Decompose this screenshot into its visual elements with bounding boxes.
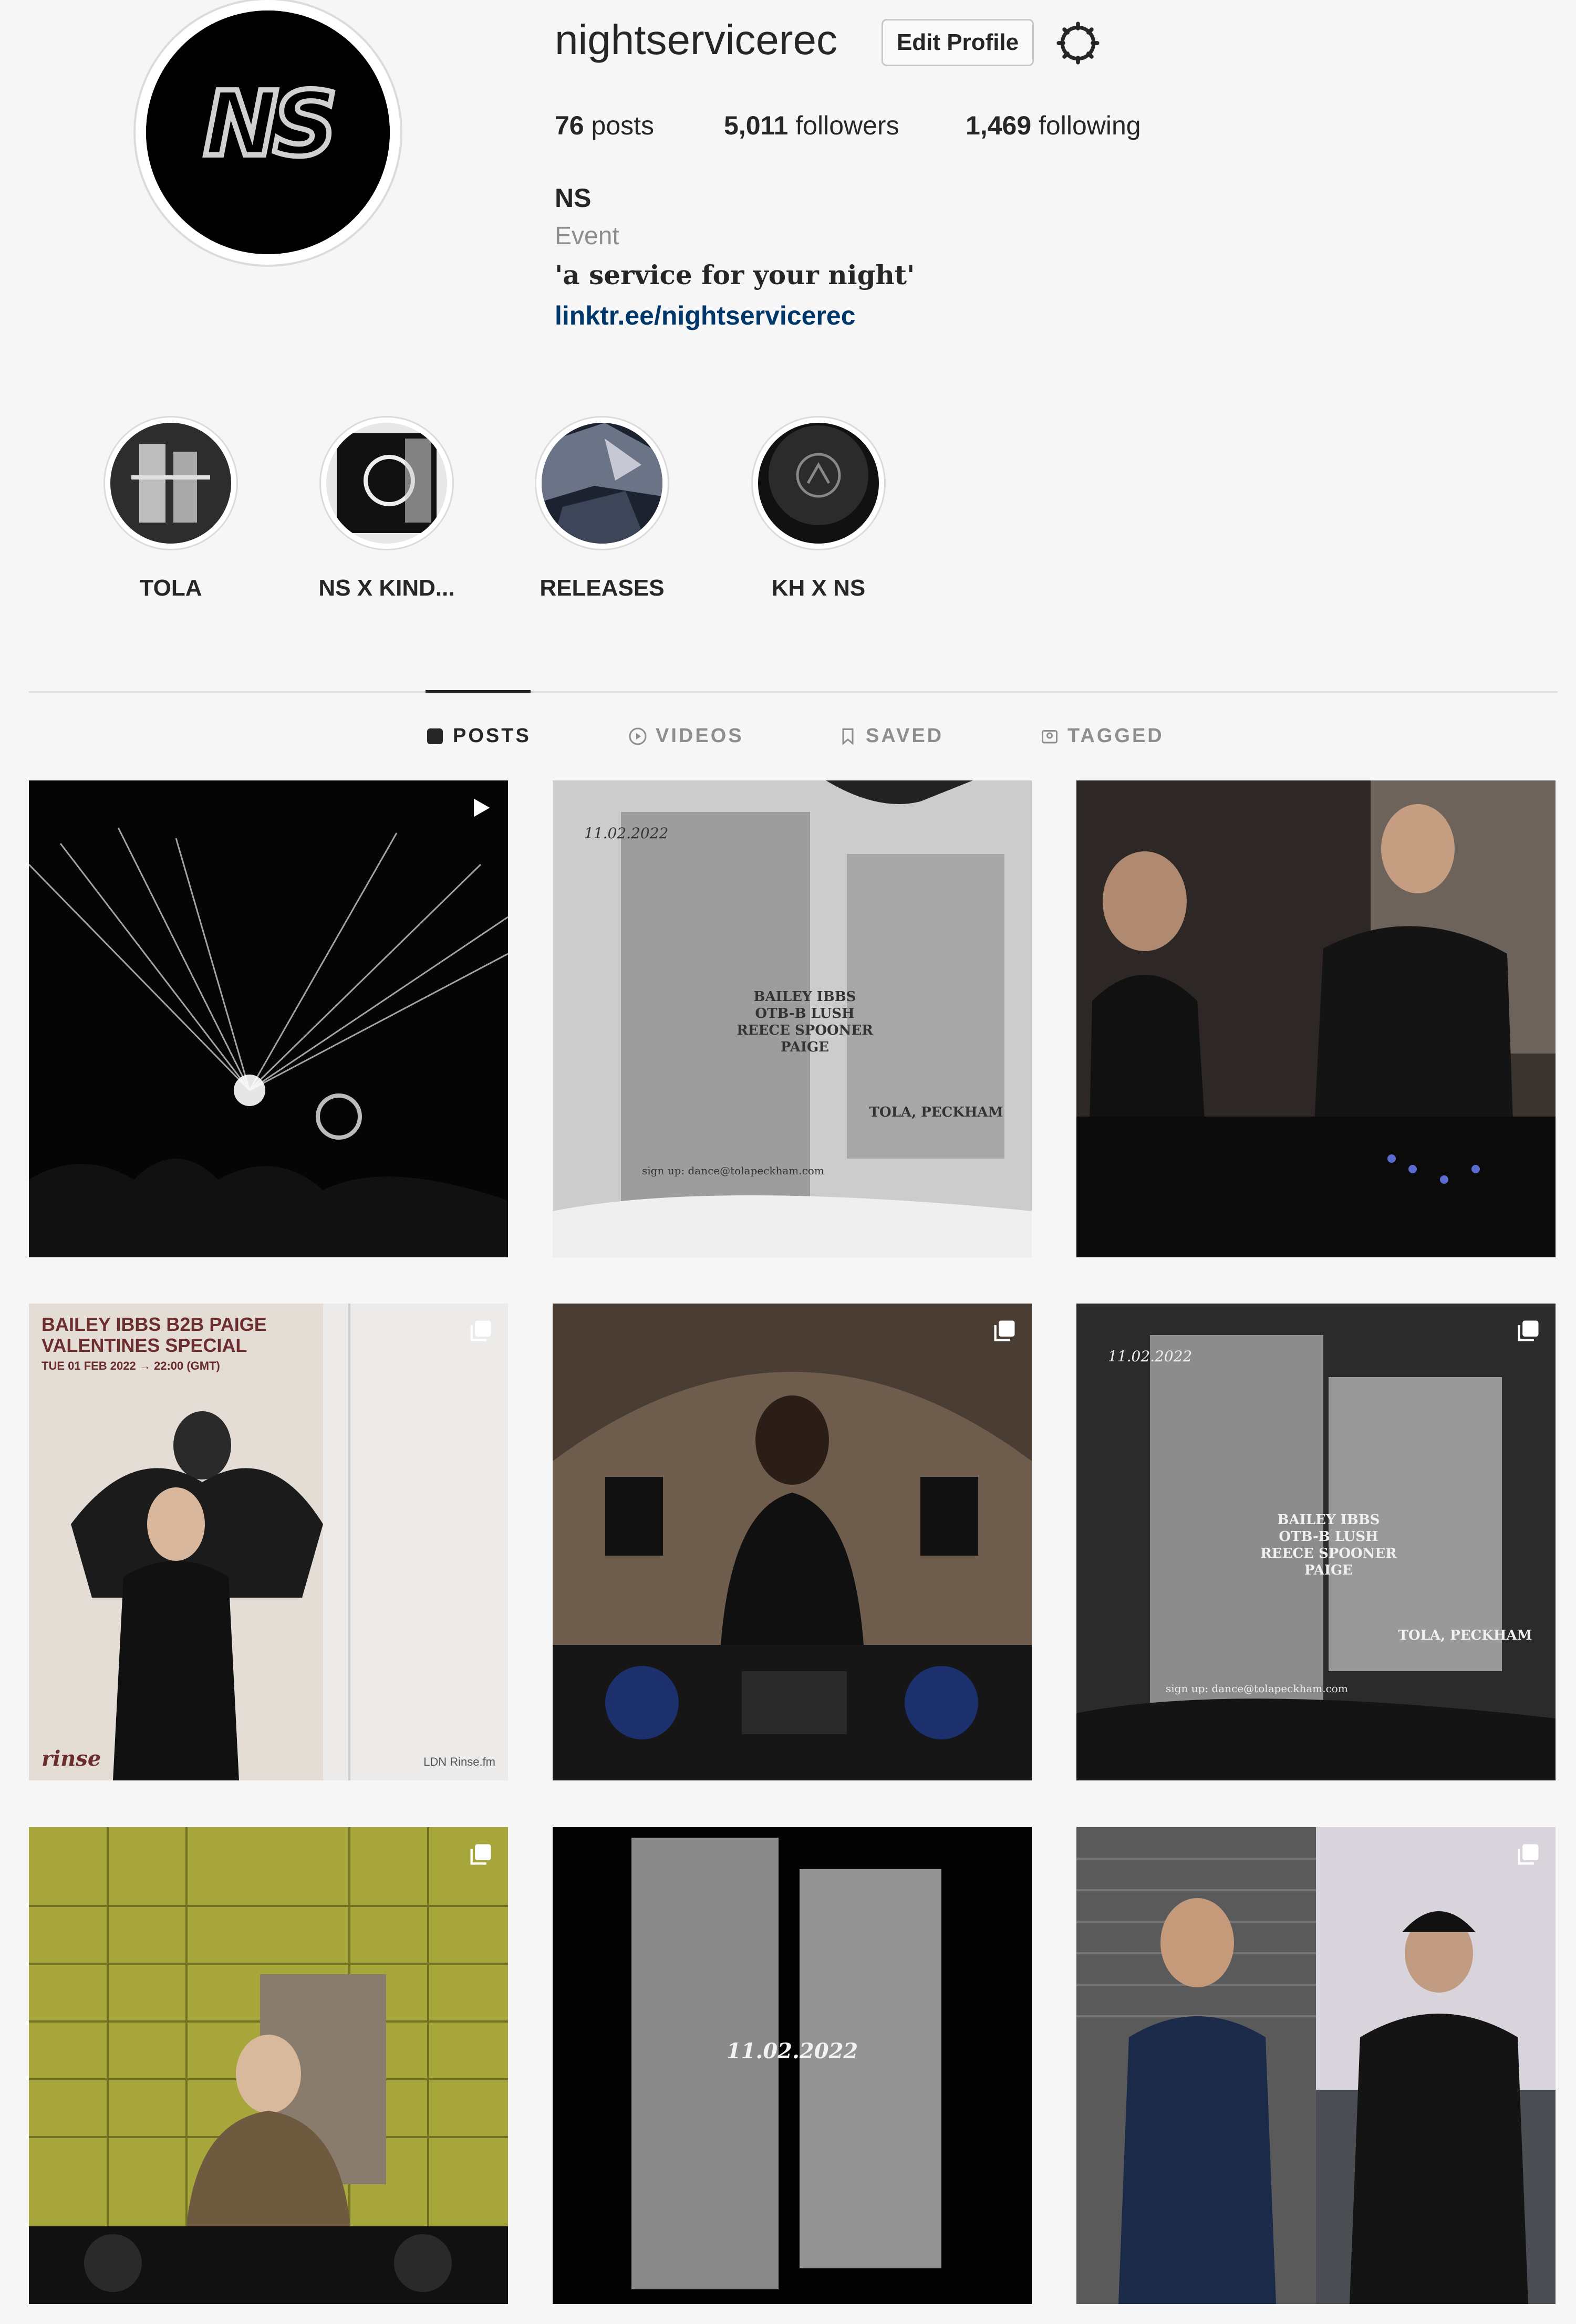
posts-stat: 76 posts	[555, 110, 654, 141]
reel-icon	[474, 798, 490, 817]
carousel-icon	[994, 1320, 1015, 1341]
edit-profile-button[interactable]: Edit Profile	[882, 19, 1034, 66]
bio-name: NS	[555, 183, 592, 213]
username: nightservicerec	[555, 16, 838, 63]
poster-datetime: TUE 01 FEB 2022 → 22:00 (GMT)	[42, 1359, 220, 1372]
avatar-logo-text: NS	[204, 72, 333, 176]
post-tile[interactable]	[1076, 780, 1556, 1257]
post-image-tola-flyer-dark: 11.02.2022 BAILEY IBBS OTB-B LUSH REECE …	[1076, 1304, 1556, 1780]
posts-label: posts	[591, 111, 655, 140]
flyer-date: 11.02.2022	[727, 2039, 858, 2064]
posts-count: 76	[555, 111, 584, 140]
post-image-rinse-fm-poster: BAILEY IBBS B2B PAIGE VALENTINES SPECIAL…	[29, 1304, 508, 1780]
highlight-label: KH X NS	[771, 575, 866, 601]
bio-text: 'a service for your night'	[555, 259, 915, 290]
bio-link[interactable]: linktr.ee/nightservicerec	[555, 300, 856, 331]
post-tile[interactable]	[29, 1827, 508, 2304]
flyer-footer: sign up: dance@tolapeckham.com	[642, 1164, 824, 1177]
flyer-footer: sign up: dance@tolapeckham.com	[1166, 1682, 1348, 1695]
post-tile[interactable]: BAILEY IBBS B2B PAIGE VALENTINES SPECIAL…	[29, 1304, 508, 1780]
post-image-two-portraits	[1076, 1827, 1556, 2304]
tab-posts[interactable]: POSTS	[426, 725, 531, 747]
followers-label: followers	[795, 111, 899, 140]
post-image-tola-flyer-light: 11.02.2022 BAILEY IBBS OTB-B LUSH REECE …	[553, 780, 1032, 1257]
following-label: following	[1039, 111, 1141, 140]
carousel-icon	[1518, 1320, 1539, 1341]
post-image-dj-yellow-tiles	[29, 1827, 508, 2304]
post-image-dj-brick-arch	[553, 1304, 1032, 1780]
poster-brand: rinse	[42, 1746, 101, 1771]
highlight-cover	[758, 423, 879, 544]
tab-label: TAGGED	[1067, 725, 1164, 747]
flyer-venue: TOLA, PECKHAM	[869, 1104, 1003, 1120]
flyer-lineup-1: BAILEY IBBS	[1278, 1512, 1380, 1528]
tab-label: SAVED	[866, 725, 944, 747]
flyer-lineup-2: OTB-B LUSH	[1279, 1529, 1378, 1545]
tag-icon	[1042, 729, 1057, 743]
carousel-icon	[470, 1844, 491, 1865]
grid-icon	[427, 728, 443, 744]
flyer-lineup-3: REECE SPOONER	[737, 1023, 873, 1038]
following-count: 1,469	[966, 111, 1032, 140]
flyer-lineup-3: REECE SPOONER	[1260, 1546, 1397, 1561]
flyer-lineup-4: PAIGE	[781, 1039, 829, 1055]
poster-station: LDN Rinse.fm	[423, 1755, 495, 1768]
flyer-venue: TOLA, PECKHAM	[1398, 1628, 1532, 1643]
post-image-djs-at-decks	[1076, 780, 1556, 1257]
post-image-laser-show	[29, 780, 508, 1257]
poster-title-1: BAILEY IBBS B2B PAIGE	[42, 1314, 267, 1335]
flyer-date: 11.02.2022	[584, 825, 668, 842]
highlight-label: NS X KIND...	[318, 575, 455, 601]
play-circle-icon	[629, 727, 647, 745]
post-tile[interactable]	[1076, 1827, 1556, 2304]
highlight-label: RELEASES	[540, 575, 665, 601]
highlight-cover	[326, 423, 447, 544]
post-tile[interactable]	[29, 780, 508, 1257]
carousel-icon	[1518, 1844, 1539, 1865]
tab-saved[interactable]: SAVED	[838, 725, 943, 747]
post-tile[interactable]: 11.02.2022 BAILEY IBBS OTB-B LUSH REECE …	[1076, 1304, 1556, 1780]
post-tile[interactable]	[553, 1304, 1032, 1780]
highlight-cover	[110, 423, 231, 544]
highlight-label: TOLA	[139, 575, 202, 601]
tab-label: VIDEOS	[656, 725, 744, 747]
followers-count: 5,011	[724, 111, 789, 140]
bio-category: Event	[555, 222, 619, 250]
tab-label: POSTS	[453, 725, 531, 747]
settings-gear-icon[interactable]	[1056, 21, 1100, 65]
tab-videos[interactable]: VIDEOS	[628, 725, 744, 747]
following-stat[interactable]: 1,469 following	[966, 110, 1141, 141]
post-image-tola-tape-black: 11.02.2022	[553, 1827, 1032, 2304]
carousel-icon	[470, 1320, 491, 1341]
active-tab-indicator	[426, 690, 531, 693]
tabs-divider	[29, 691, 1558, 693]
flyer-lineup-1: BAILEY IBBS	[754, 989, 856, 1005]
followers-stat[interactable]: 5,011 followers	[724, 110, 899, 141]
poster-title-2: VALENTINES SPECIAL	[42, 1335, 247, 1356]
post-tile[interactable]: 11.02.2022	[553, 1827, 1032, 2304]
tab-tagged[interactable]: TAGGED	[1040, 725, 1164, 747]
bookmark-icon	[842, 728, 854, 745]
highlight-cover	[542, 423, 662, 544]
flyer-date: 11.02.2022	[1108, 1348, 1192, 1365]
flyer-lineup-4: PAIGE	[1304, 1562, 1353, 1578]
flyer-lineup-2: OTB-B LUSH	[755, 1006, 854, 1022]
avatar[interactable]: NS	[146, 11, 390, 254]
post-tile[interactable]: 11.02.2022 BAILEY IBBS OTB-B LUSH REECE …	[553, 780, 1032, 1257]
